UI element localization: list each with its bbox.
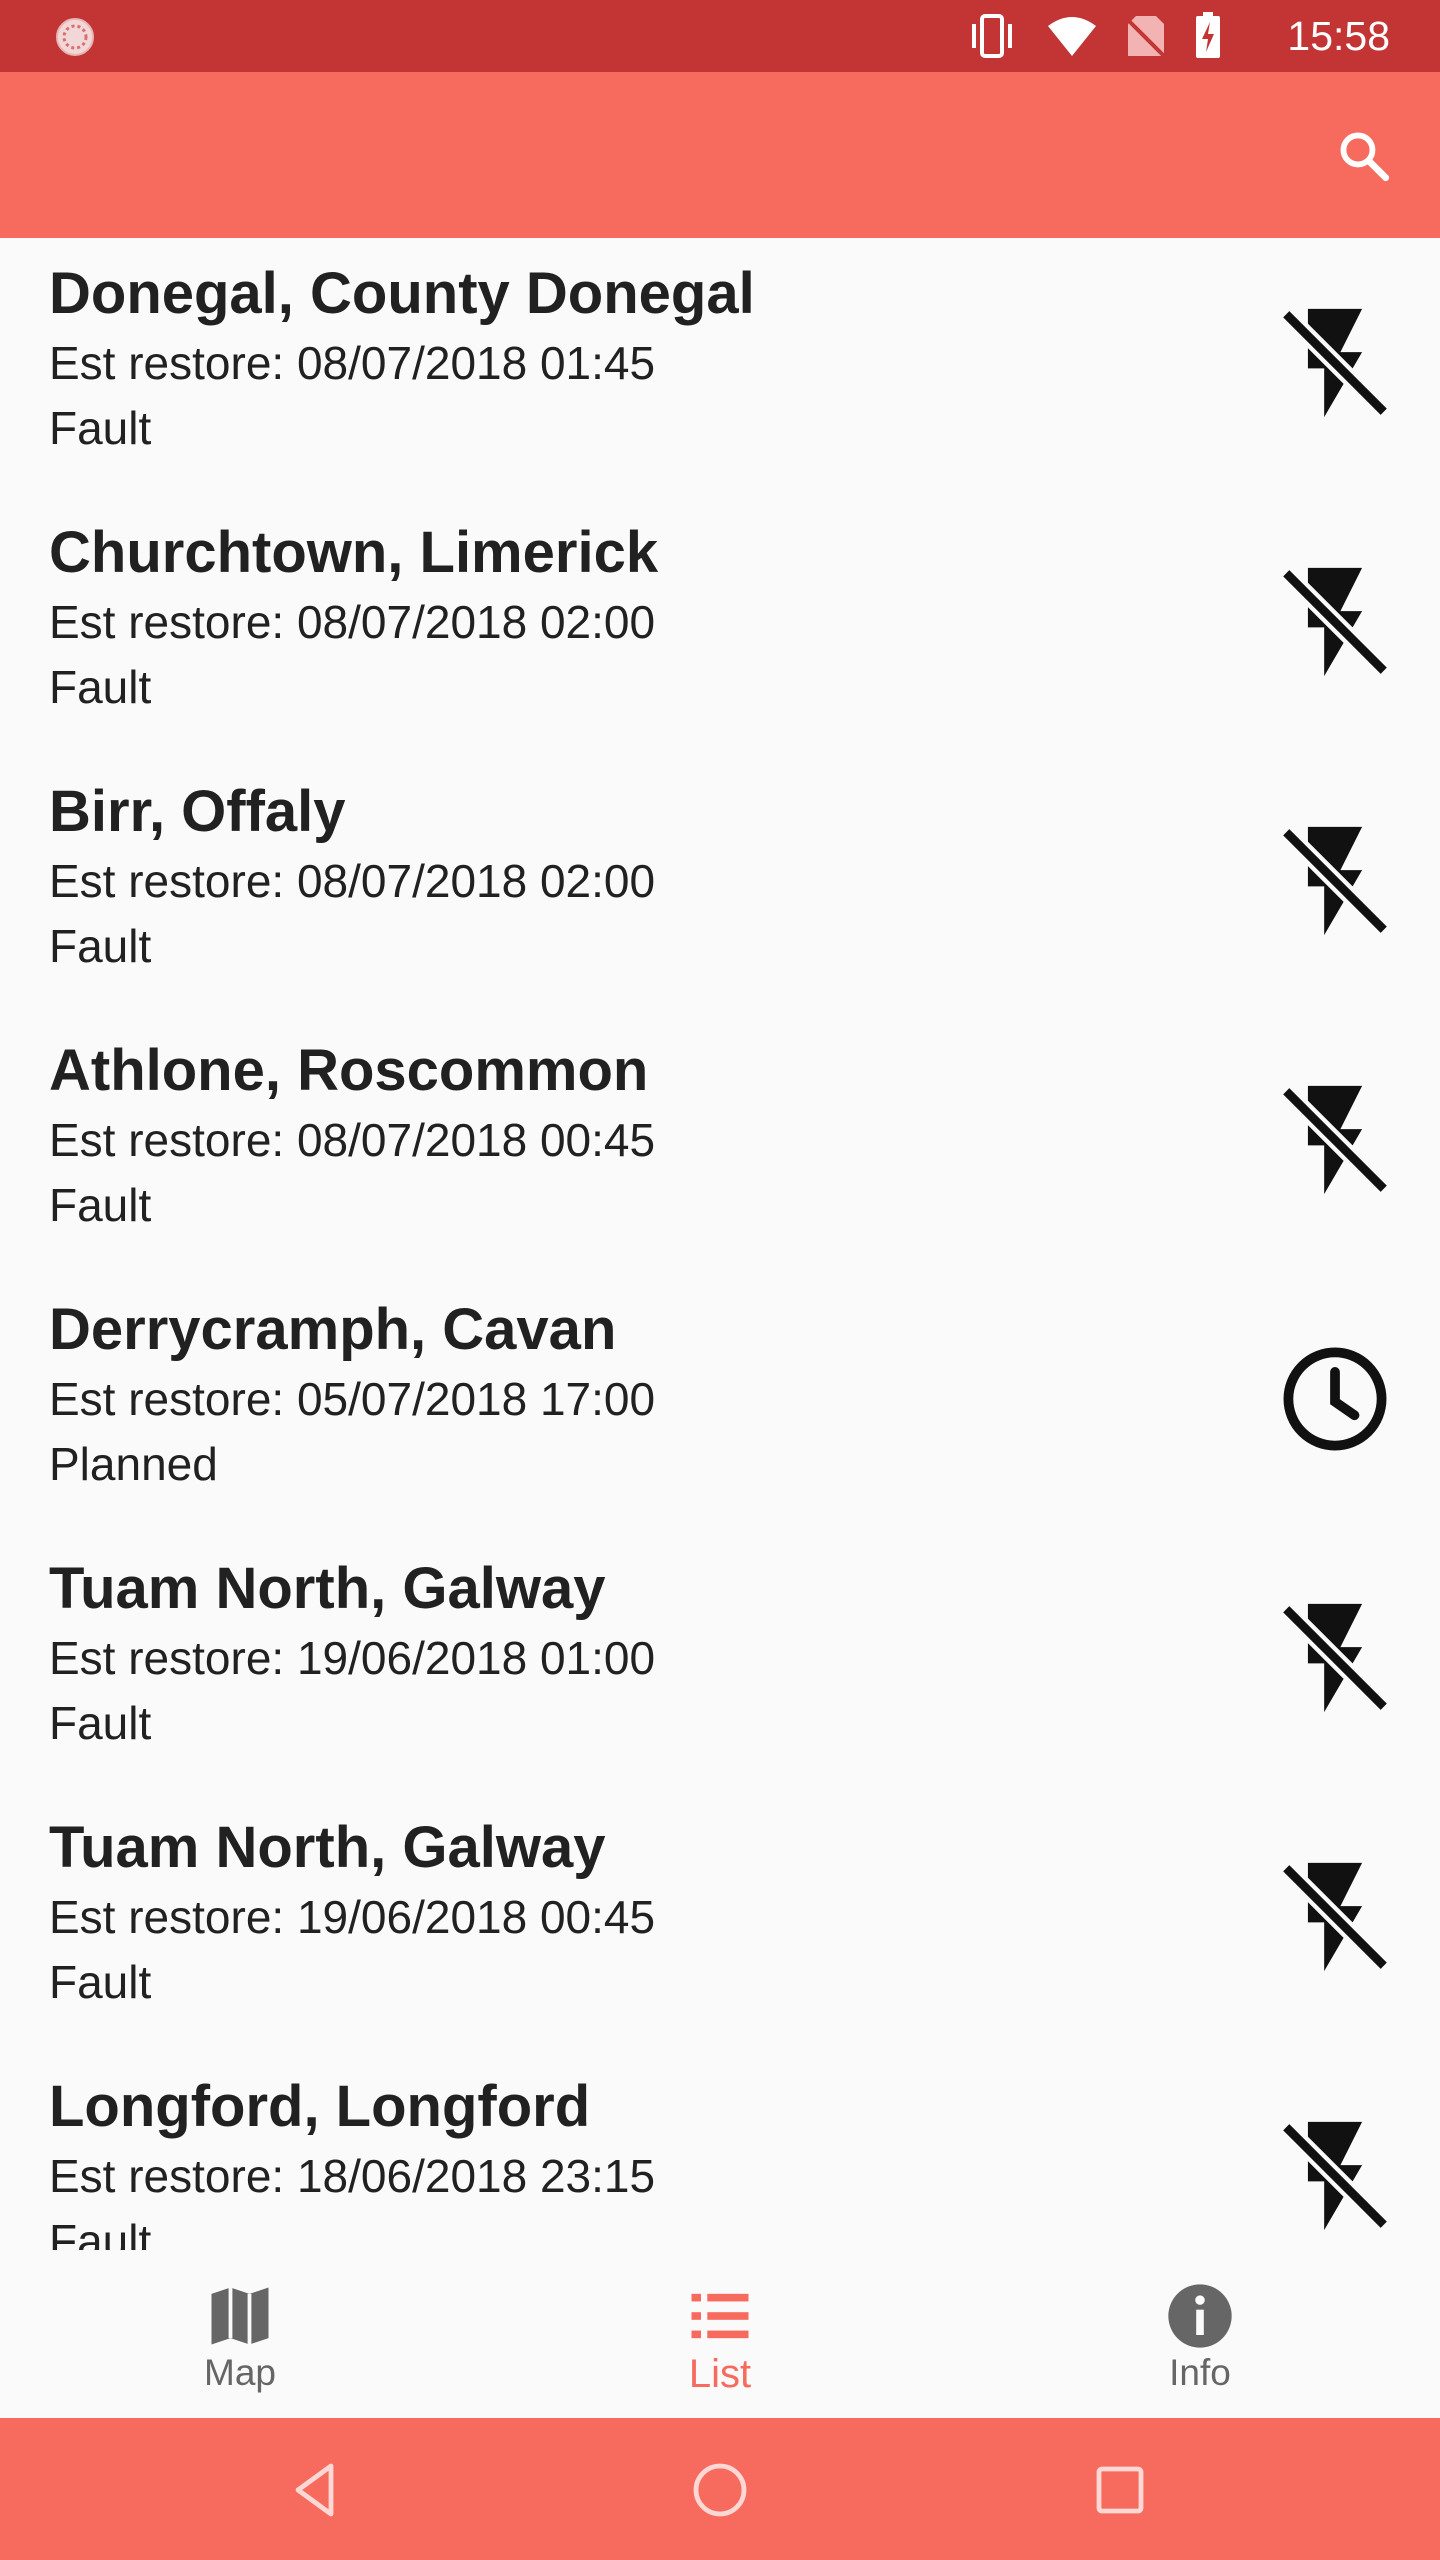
home-icon[interactable] (684, 2454, 756, 2526)
outage-restore-time: Est restore: 08/07/2018 01:45 (49, 337, 656, 389)
power-off-icon (1280, 2121, 1390, 2231)
outage-location: Donegal, County Donegal (49, 261, 755, 326)
list-item[interactable]: Longford, Longford Est restore: 18/06/20… (0, 2051, 1440, 2250)
power-off-icon (1280, 1862, 1390, 1972)
outage-type: Fault (49, 402, 152, 454)
status-icons (966, 12, 1222, 58)
outage-restore-time: Est restore: 08/07/2018 00:45 (49, 1114, 656, 1166)
outage-type: Fault (49, 1956, 152, 2008)
outage-type: Fault (49, 1697, 152, 1749)
recents-icon[interactable] (1084, 2454, 1156, 2526)
nav-item-map[interactable]: Map (0, 2250, 480, 2418)
outage-location: Birr, Offaly (49, 779, 346, 844)
list-item[interactable]: Churchtown, Limerick Est restore: 08/07/… (0, 497, 1440, 756)
power-off-icon (1280, 1085, 1390, 1195)
wifi-icon (1048, 17, 1096, 56)
back-icon[interactable] (280, 2454, 352, 2526)
outage-restore-time: Est restore: 18/06/2018 23:15 (49, 2150, 656, 2202)
list-item[interactable]: Athlone, Roscommon Est restore: 08/07/20… (0, 1015, 1440, 1274)
no-sim-icon (1126, 16, 1166, 58)
outage-restore-time: Est restore: 08/07/2018 02:00 (49, 855, 656, 907)
notification-icon (56, 18, 94, 56)
outage-location: Derrycramph, Cavan (49, 1297, 617, 1362)
outage-restore-time: Est restore: 19/06/2018 01:00 (49, 1632, 656, 1684)
app-bar (0, 72, 1440, 238)
info-icon (1168, 2284, 1232, 2348)
outage-type: Planned (49, 1438, 218, 1490)
outage-restore-time: Est restore: 19/06/2018 00:45 (49, 1891, 656, 1943)
outage-location: Churchtown, Limerick (49, 520, 659, 585)
power-off-icon (1280, 308, 1390, 418)
power-off-icon (1280, 567, 1390, 677)
nav-label-info: Info (1169, 2352, 1231, 2393)
list-item[interactable]: Derrycramph, Cavan Est restore: 05/07/20… (0, 1274, 1440, 1533)
nav-item-list[interactable]: List (480, 2250, 960, 2418)
outage-location: Tuam North, Galway (49, 1815, 606, 1880)
outage-location: Athlone, Roscommon (49, 1038, 649, 1103)
outage-location: Tuam North, Galway (49, 1556, 606, 1621)
outage-type: Fault (49, 661, 152, 713)
outage-restore-time: Est restore: 05/07/2018 17:00 (49, 1373, 656, 1425)
status-time: 15:58 (1287, 13, 1390, 59)
clock-icon (1283, 1347, 1387, 1451)
outage-list[interactable]: Donegal, County Donegal Est restore: 08/… (0, 238, 1440, 2250)
list-icon (691, 2293, 749, 2339)
list-item[interactable]: Tuam North, Galway Est restore: 19/06/20… (0, 1533, 1440, 1792)
list-item[interactable]: Tuam North, Galway Est restore: 19/06/20… (0, 1792, 1440, 2051)
list-item[interactable]: Donegal, County Donegal Est restore: 08/… (0, 238, 1440, 497)
map-icon (211, 2287, 269, 2345)
status-bar: 15:58 (0, 0, 1440, 72)
outage-location: Longford, Longford (49, 2074, 591, 2139)
list-item[interactable]: Birr, Offaly Est restore: 08/07/2018 02:… (0, 756, 1440, 1015)
outage-type: Fault (49, 2215, 152, 2250)
outage-type: Fault (49, 1179, 152, 1231)
system-navigation-bar (0, 2418, 1440, 2560)
power-off-icon (1280, 1603, 1390, 1713)
outage-type: Fault (49, 920, 152, 972)
outage-restore-time: Est restore: 08/07/2018 02:00 (49, 596, 656, 648)
search-button[interactable] (1324, 116, 1404, 196)
nav-item-info[interactable]: Info (960, 2250, 1440, 2418)
battery-charging-icon (1196, 12, 1220, 58)
power-off-icon (1280, 826, 1390, 936)
nav-label-list: List (688, 2352, 752, 2396)
bottom-navigation: Map List Info (0, 2250, 1440, 2418)
nav-label-map: Map (204, 2352, 276, 2393)
search-icon (1340, 132, 1390, 182)
vibrate-icon (972, 14, 1012, 58)
